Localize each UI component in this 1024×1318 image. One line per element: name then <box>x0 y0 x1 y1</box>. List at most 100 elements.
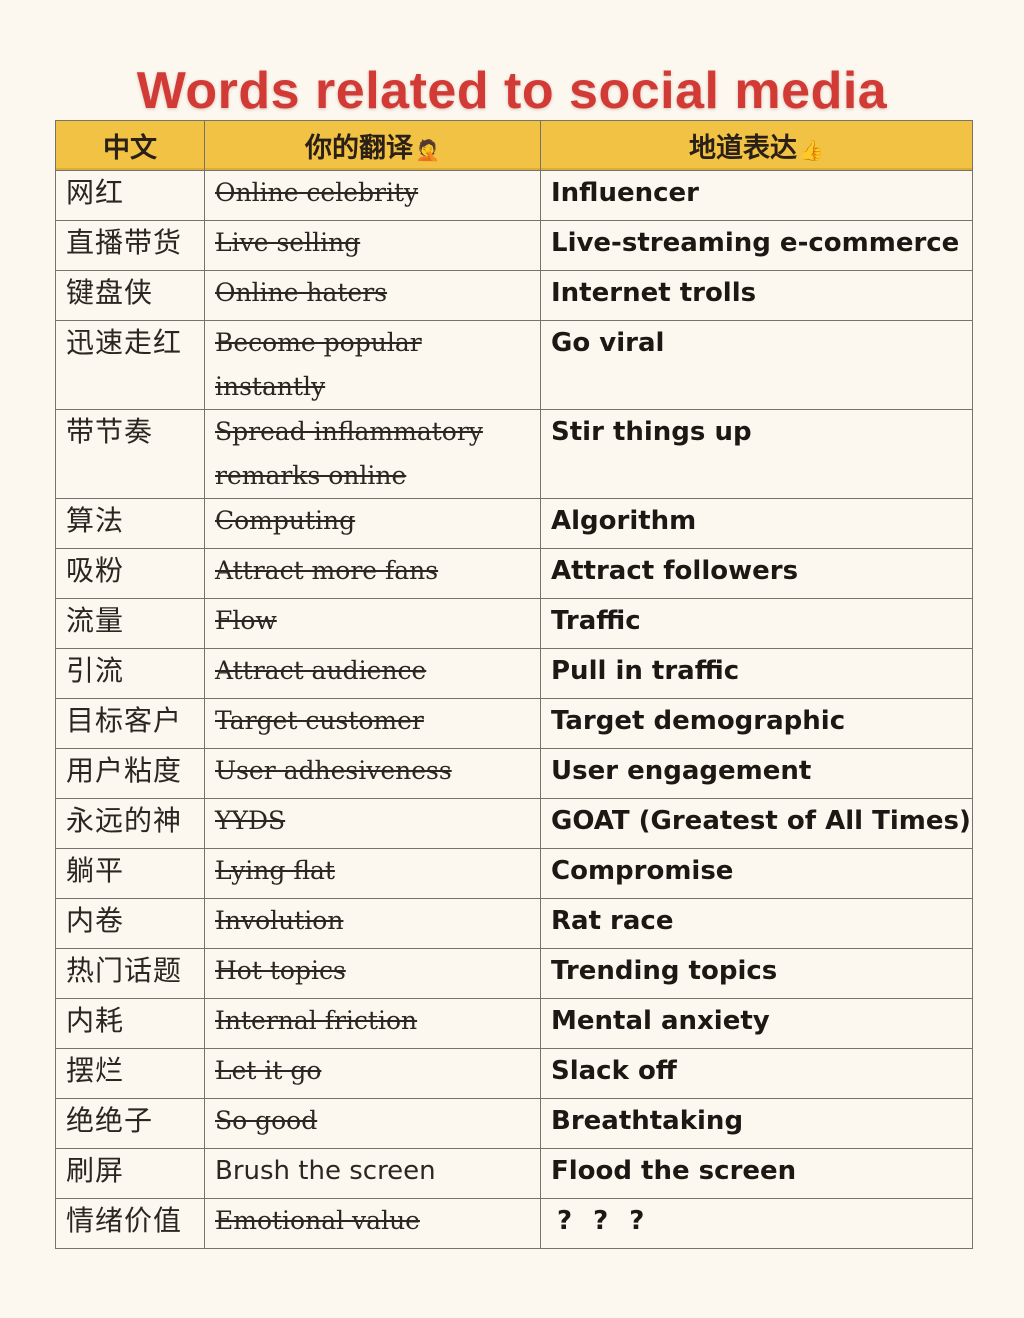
chinese-term: 流量 <box>55 598 205 649</box>
table-row: 网红 Online celebrity Influencer <box>55 170 973 221</box>
idiomatic-expression: Pull in traffic <box>540 648 973 699</box>
your-translation-cell: Emotional value <box>204 1198 541 1249</box>
incorrect-translation: YYDS <box>215 806 286 835</box>
incorrect-translation: Internal friction <box>215 1006 418 1035</box>
your-translation-cell: Online haters <box>204 270 541 321</box>
chinese-term: 吸粉 <box>55 548 205 599</box>
idiomatic-expression: Target demographic <box>540 698 973 749</box>
your-translation-cell: Target customer <box>204 698 541 749</box>
idiomatic-expression: Breathtaking <box>540 1098 973 1149</box>
incorrect-translation: Live selling <box>215 228 361 257</box>
chinese-term: 热门话题 <box>55 948 205 999</box>
idiomatic-expression: GOAT (Greatest of All Times) <box>540 798 973 849</box>
incorrect-translation: Become popular instantly <box>215 328 422 401</box>
your-translation-cell: Brush the screen <box>204 1148 541 1199</box>
vocabulary-table: 中文 你的翻译 🤦 地道表达 👍 网红 Online celebrity Influen… <box>55 120 973 1249</box>
incorrect-translation: Target customer <box>215 706 424 735</box>
incorrect-translation: Spread inflammatory remarks online <box>215 417 483 490</box>
incorrect-translation: Let it go <box>215 1056 322 1085</box>
translation: Brush the screen <box>215 1156 436 1186</box>
your-translation-cell: Attract audience <box>204 648 541 699</box>
table-row: 刷屏 Brush the screen Flood the screen <box>55 1148 973 1199</box>
incorrect-translation: Flow <box>215 606 277 635</box>
chinese-term: 算法 <box>55 498 205 549</box>
idiomatic-expression: Internet trolls <box>540 270 973 321</box>
chinese-term: 内耗 <box>55 998 205 1049</box>
incorrect-translation: Emotional value <box>215 1206 420 1235</box>
incorrect-translation: User adhesiveness <box>215 756 452 785</box>
chinese-term: 迅速走红 <box>55 320 205 410</box>
idiomatic-expression: Attract followers <box>540 548 973 599</box>
your-translation-cell: Online celebrity <box>204 170 541 221</box>
your-translation-cell: Spread inflammatory remarks online <box>204 409 541 499</box>
your-translation-cell: YYDS <box>204 798 541 849</box>
chinese-term: 键盘侠 <box>55 270 205 321</box>
your-translation-cell: Live selling <box>204 220 541 271</box>
idiomatic-expression: Flood the screen <box>540 1148 973 1199</box>
incorrect-translation: Involution <box>215 906 344 935</box>
chinese-term: 带节奏 <box>55 409 205 499</box>
table-row: 永远的神 YYDS GOAT (Greatest of All Times) <box>55 798 973 849</box>
chinese-term: 刷屏 <box>55 1148 205 1199</box>
chinese-term: 摆烂 <box>55 1048 205 1099</box>
chinese-term: 网红 <box>55 170 205 221</box>
table-row: 内卷 Involution Rat race <box>55 898 973 949</box>
idiomatic-expression: Algorithm <box>540 498 973 549</box>
table-row: 躺平 Lying flat Compromise <box>55 848 973 899</box>
your-translation-cell: Internal friction <box>204 998 541 1049</box>
incorrect-translation: Attract audience <box>215 656 427 685</box>
header-label: 你的翻译 <box>305 133 414 164</box>
chinese-term: 绝绝子 <box>55 1098 205 1149</box>
chinese-term: 永远的神 <box>55 798 205 849</box>
table-row: 内耗 Internal friction Mental anxiety <box>55 998 973 1049</box>
idiomatic-expression: Influencer <box>540 170 973 221</box>
chinese-term: 目标客户 <box>55 698 205 749</box>
your-translation-cell: Computing <box>204 498 541 549</box>
idiomatic-expression: User engagement <box>540 748 973 799</box>
table-row: 带节奏 Spread inflammatory remarks online Sti… <box>55 409 973 499</box>
chinese-term: 内卷 <box>55 898 205 949</box>
incorrect-translation: Computing <box>215 506 356 535</box>
idiomatic-expression: ? ? ? <box>540 1198 973 1249</box>
table-row: 热门话题 Hot topics Trending topics <box>55 948 973 999</box>
header-idiomatic-expression: 地道表达 👍 <box>540 120 973 171</box>
idiomatic-expression: Rat race <box>540 898 973 949</box>
your-translation-cell: Let it go <box>204 1048 541 1099</box>
header-label: 中文 <box>103 133 157 164</box>
table-row: 迅速走红 Become popular instantly Go viral <box>55 320 973 410</box>
header-your-translation: 你的翻译 🤦 <box>204 120 541 171</box>
your-translation-cell: Attract more fans <box>204 548 541 599</box>
chinese-term: 用户粘度 <box>55 748 205 799</box>
table-row: 目标客户 Target customer Target demographic <box>55 698 973 749</box>
table-row: 键盘侠 Online haters Internet trolls <box>55 270 973 321</box>
your-translation-cell: Lying flat <box>204 848 541 899</box>
chinese-term: 躺平 <box>55 848 205 899</box>
table-row: 摆烂 Let it go Slack off <box>55 1048 973 1099</box>
your-translation-cell: Hot topics <box>204 948 541 999</box>
header-chinese: 中文 <box>55 120 205 171</box>
table-row: 引流 Attract audience Pull in traffic <box>55 648 973 699</box>
person-facepalm-icon: 🤦 <box>415 137 440 162</box>
table-row: 用户粘度 User adhesiveness User engagement <box>55 748 973 799</box>
idiomatic-expression: Traffic <box>540 598 973 649</box>
table-row: 算法 Computing Algorithm <box>55 498 973 549</box>
table-row: 情绪价值 Emotional value ? ? ? <box>55 1198 973 1249</box>
table-row: 直播带货 Live selling Live-streaming e-commerc… <box>55 220 973 271</box>
page-title: Words related to social media <box>136 61 888 120</box>
idiomatic-expression: Live-streaming e-commerce <box>540 220 973 271</box>
incorrect-translation: So good <box>215 1106 318 1135</box>
idiomatic-expression: Mental anxiety <box>540 998 973 1049</box>
table-header-row: 中文 你的翻译 🤦 地道表达 👍 <box>55 120 973 171</box>
table-row: 流量 Flow Traffic <box>55 598 973 649</box>
idiomatic-expression: Go viral <box>540 320 973 410</box>
incorrect-translation: Attract more fans <box>215 556 439 585</box>
your-translation-cell: So good <box>204 1098 541 1149</box>
your-translation-cell: Become popular instantly <box>204 320 541 410</box>
idiomatic-expression: Stir things up <box>540 409 973 499</box>
table-row: 吸粉 Attract more fans Attract followers <box>55 548 973 599</box>
chinese-term: 引流 <box>55 648 205 699</box>
incorrect-translation: Lying flat <box>215 856 335 885</box>
chinese-term: 情绪价值 <box>55 1198 205 1249</box>
idiomatic-expression: Trending topics <box>540 948 973 999</box>
incorrect-translation: Hot topics <box>215 956 346 985</box>
